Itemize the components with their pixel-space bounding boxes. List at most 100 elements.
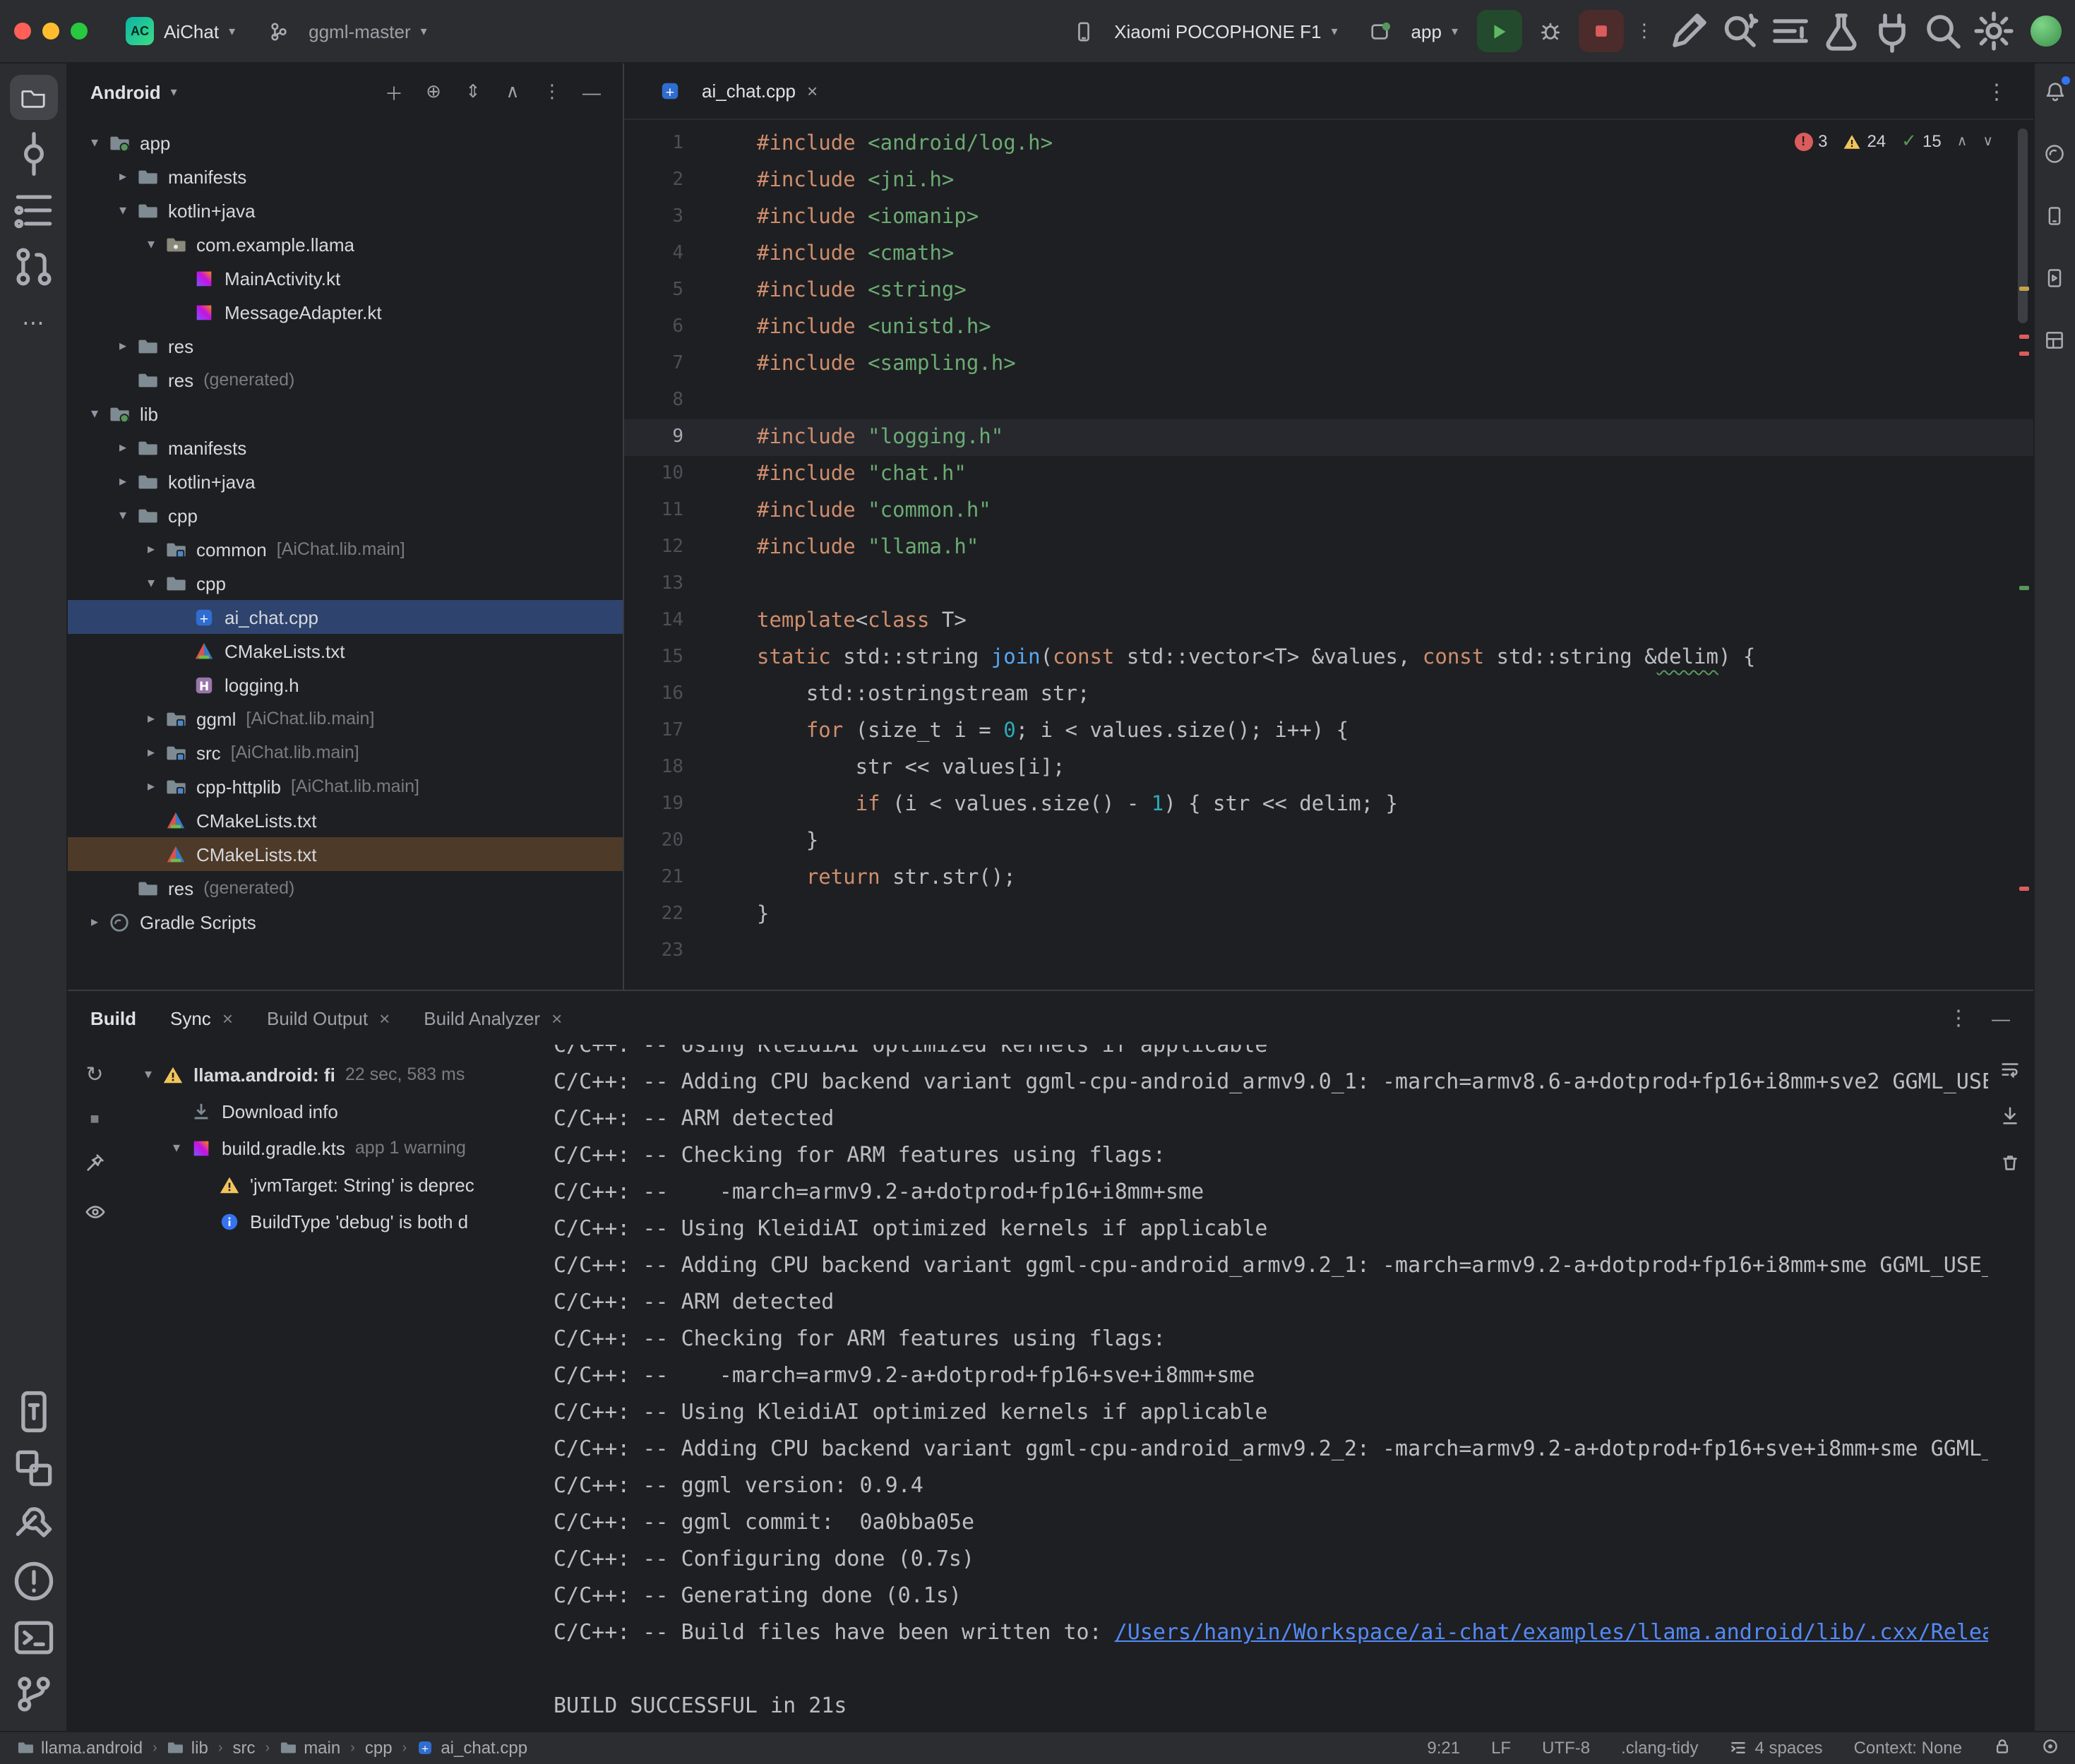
breadcrumb-src[interactable]: src (233, 1738, 256, 1758)
line-number[interactable]: 1 (624, 126, 683, 162)
soft-wrap-button[interactable] (1999, 1059, 2021, 1084)
project-item-kotlin-java[interactable]: ▾kotlin+java (68, 193, 623, 227)
project-item-cmakelists-txt[interactable]: CMakeLists.txt (68, 837, 623, 871)
terminal-tool-button[interactable] (9, 1614, 57, 1660)
inspection-status-icon[interactable] (2041, 1737, 2058, 1758)
code-editor[interactable]: !3 24 ✓15 ∧ ∨ 1#include <android/log.h>2… (624, 120, 2033, 990)
project-item-cmakelists-txt[interactable]: CMakeLists.txt (68, 803, 623, 837)
console-file-link[interactable]: /Users/hanyin/Workspace/ai-chat/examples… (1115, 1619, 1987, 1645)
code-line-17[interactable]: 17 for (size_t i = 0; i < values.size();… (624, 713, 2033, 750)
line-number[interactable]: 13 (624, 566, 683, 603)
close-tab-icon[interactable]: × (222, 1007, 233, 1028)
code-line-16[interactable]: 16 std::ostringstream str; (624, 676, 2033, 713)
breadcrumb-cpp[interactable]: cpp (365, 1738, 393, 1758)
line-number[interactable]: 21 (624, 860, 683, 896)
hide-panel-button[interactable]: — (575, 75, 609, 109)
build-tab-sync[interactable]: Sync× (170, 1007, 233, 1028)
line-number[interactable]: 20 (624, 823, 683, 860)
code-line-3[interactable]: 3#include <iomanip> (624, 199, 2033, 236)
hide-build-panel-button[interactable]: — (1992, 1007, 2010, 1028)
layout-inspector-tool-button[interactable] (2038, 323, 2071, 357)
vcs-branch-selector[interactable]: ggml-master ▾ (253, 10, 440, 52)
search-icon[interactable] (1920, 10, 1965, 52)
editor-tab-ai-chat-cpp[interactable]: + ai_chat.cpp × (644, 64, 832, 119)
breadcrumb-ai-chat-cpp[interactable]: +ai_chat.cpp (417, 1738, 527, 1758)
line-number[interactable]: 12 (624, 529, 683, 566)
editor-scrollbar[interactable] (2017, 120, 2030, 990)
device-selector[interactable]: Xiaomi POCOPHONE F1 ▾ (1059, 10, 1350, 52)
clang-tidy-widget[interactable]: .clang-tidy (1621, 1738, 1698, 1758)
project-item-src[interactable]: ▸src[AiChat.lib.main] (68, 736, 623, 769)
scrollbar-thumb[interactable] (2017, 128, 2027, 323)
project-view-mode[interactable]: Android (90, 81, 161, 102)
previous-problem-button[interactable]: ∧ (1957, 133, 1968, 149)
code-line-11[interactable]: 11#include "common.h" (624, 493, 2033, 529)
build-tab-build-output[interactable]: Build Output× (267, 1007, 390, 1028)
project-selector[interactable]: AC AiChat ▾ (113, 10, 248, 52)
build-item-llama-android-fi[interactable]: ▾llama.android: fi22 sec, 583 ms (121, 1056, 537, 1093)
code-line-12[interactable]: 12#include "llama.h" (624, 529, 2033, 566)
line-number[interactable]: 19 (624, 786, 683, 823)
close-window-button[interactable] (14, 23, 31, 40)
code-line-2[interactable]: 2#include <jni.h> (624, 162, 2033, 199)
run-configuration-selector[interactable]: app ▾ (1356, 10, 1471, 52)
chevron-down-icon[interactable]: ▾ (110, 203, 136, 218)
run-button[interactable] (1476, 10, 1521, 52)
error-stripe[interactable] (2019, 887, 2028, 891)
project-item-cpp-httplib[interactable]: ▸cpp-httplib[AiChat.lib.main] (68, 769, 623, 803)
code-line-4[interactable]: 4#include <cmath> (624, 236, 2033, 272)
clear-console-button[interactable] (1999, 1152, 2021, 1177)
ok-stripe[interactable] (2019, 586, 2028, 590)
chevron-right-icon[interactable]: ▸ (138, 711, 164, 726)
minimize-window-button[interactable] (42, 23, 59, 40)
chevron-right-icon[interactable]: ▸ (110, 474, 136, 489)
passed-count[interactable]: ✓15 (1901, 130, 1942, 152)
code-line-9[interactable]: 9#include "logging.h" (624, 419, 2033, 456)
breadcrumb-lib[interactable]: lib (167, 1738, 208, 1758)
structure-tool-button[interactable] (9, 188, 57, 233)
line-number[interactable]: 2 (624, 162, 683, 199)
project-item-ai-chat-cpp[interactable]: +ai_chat.cpp (68, 600, 623, 634)
line-number[interactable]: 17 (624, 713, 683, 750)
chevron-right-icon[interactable]: ▸ (110, 440, 136, 455)
code-line-19[interactable]: 19 if (i < values.size() - 1) { str << d… (624, 786, 2033, 823)
project-item-kotlin-java[interactable]: ▸kotlin+java (68, 464, 623, 498)
restart-build-button[interactable]: ↻ (85, 1062, 103, 1087)
project-item-gradle-scripts[interactable]: ▸Gradle Scripts (68, 905, 623, 939)
code-line-14[interactable]: 14template<class T> (624, 603, 2033, 640)
more-run-options-button[interactable]: ⋮ (1629, 10, 1660, 52)
line-number[interactable]: 11 (624, 493, 683, 529)
project-item-res[interactable]: ▸res (68, 329, 623, 363)
line-number[interactable]: 9 (624, 419, 683, 456)
breadcrumb-main[interactable]: main (280, 1738, 340, 1758)
plug-icon[interactable] (1869, 10, 1914, 52)
chevron-down-icon[interactable]: ▾ (110, 508, 136, 523)
pull-requests-tool-button[interactable] (9, 244, 57, 289)
pin-icon[interactable] (84, 1152, 105, 1177)
project-item-lib[interactable]: ▾lib (68, 397, 623, 431)
collapse-all-button[interactable]: ∧ (496, 75, 530, 109)
user-avatar[interactable] (2030, 16, 2061, 47)
inspections-widget[interactable]: !3 24 ✓15 ∧ ∨ (1794, 130, 1993, 152)
project-item-logging-h[interactable]: Hlogging.h (68, 668, 623, 702)
line-number[interactable]: 22 (624, 896, 683, 933)
line-number[interactable]: 4 (624, 236, 683, 272)
line-number[interactable]: 6 (624, 309, 683, 346)
settings-gear-icon[interactable] (1971, 10, 2016, 52)
code-line-10[interactable]: 10#include "chat.h" (624, 456, 2033, 493)
close-tab-icon[interactable]: × (807, 80, 818, 102)
app-inspection-tool-button[interactable] (9, 1445, 57, 1490)
build-options-button[interactable]: ⋮ (1948, 1005, 1969, 1031)
lock-icon[interactable] (1993, 1737, 2010, 1758)
chevron-down-icon[interactable]: ▾ (82, 135, 107, 150)
chevron-right-icon[interactable]: ▸ (138, 541, 164, 557)
search-code-icon[interactable] (1716, 10, 1762, 52)
build-item-jvmtarget-string-is-deprec[interactable]: 'jvmTarget: String' is deprec (121, 1166, 537, 1203)
error-count[interactable]: !3 (1794, 131, 1827, 151)
stop-build-button[interactable]: ■ (90, 1111, 99, 1128)
more-tool-windows-button[interactable]: ⋯ (9, 301, 57, 346)
caret-position-widget[interactable]: 9:21 (1427, 1738, 1460, 1758)
line-number[interactable]: 15 (624, 640, 683, 676)
project-item-cpp[interactable]: ▾cpp (68, 498, 623, 532)
line-number[interactable]: 7 (624, 346, 683, 383)
